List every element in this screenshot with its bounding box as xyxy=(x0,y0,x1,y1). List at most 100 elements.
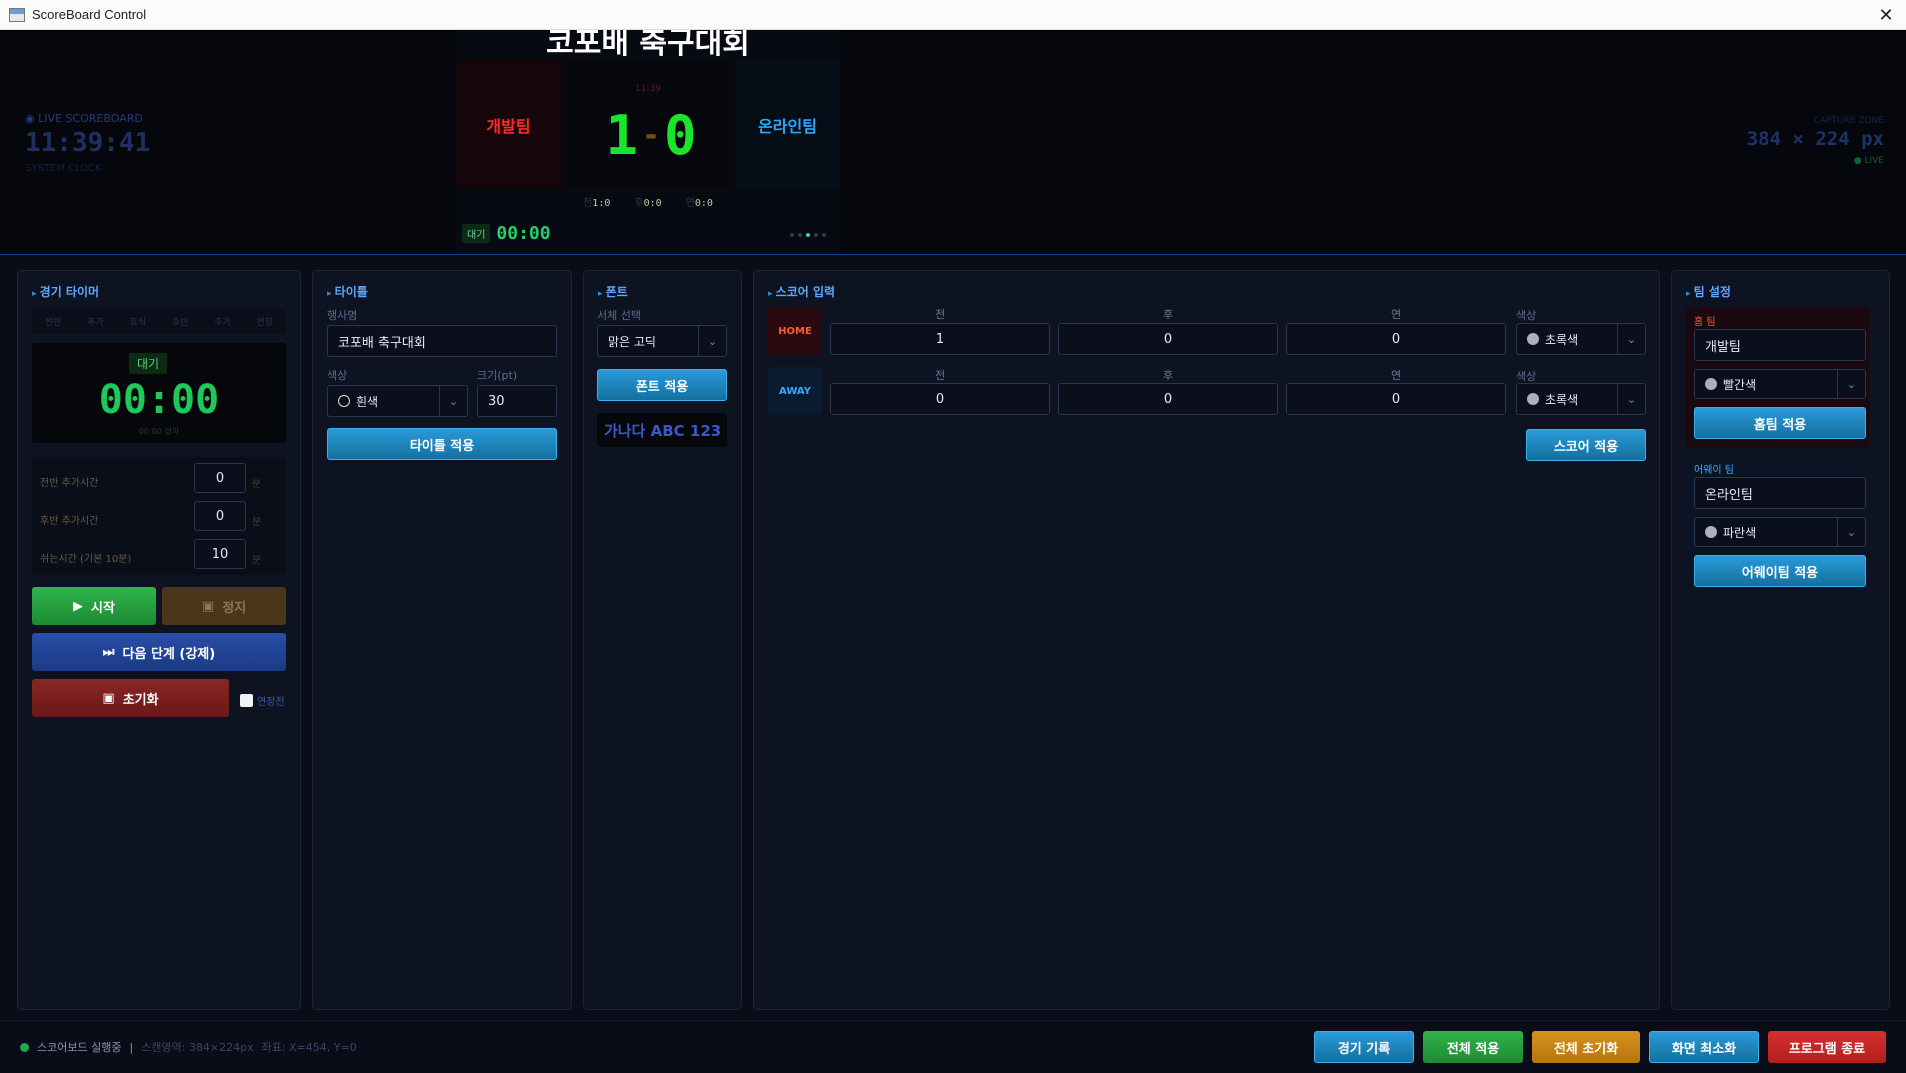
live-label: ◉ LIVE SCOREBOARD xyxy=(25,112,143,125)
tab-extra-2[interactable]: 추가 xyxy=(214,315,231,328)
away-score-color-select[interactable]: 초록색 ⌄ xyxy=(1516,383,1646,415)
home-team-color-select[interactable]: 빨간색 ⌄ xyxy=(1694,369,1866,399)
font-heading: 폰트 xyxy=(598,283,628,300)
away-col-first: 전 xyxy=(934,369,946,382)
tab-first-half[interactable]: 전반 xyxy=(45,315,62,328)
status-led-icon xyxy=(20,1042,29,1052)
title-color-label: 색상 xyxy=(327,369,348,382)
event-name-input[interactable]: 코포배 축구대회 xyxy=(327,325,557,357)
reset-icon: ▣ xyxy=(102,690,115,706)
away-team-input[interactable]: 온라인팀 xyxy=(1694,477,1866,509)
match-log-button[interactable]: 경기 기록 xyxy=(1314,1031,1414,1063)
white-circle-icon xyxy=(338,395,350,407)
preview-area: ◉ LIVE SCOREBOARD 11:39:41 SYSTEM CLOCK … xyxy=(0,30,1906,255)
away-team-name: 온라인팀 xyxy=(758,117,817,136)
app-icon xyxy=(9,7,25,22)
home-extra-input[interactable]: 0 xyxy=(1286,323,1506,355)
home-score: 1 xyxy=(605,103,638,167)
chevron-down-icon: ⌄ xyxy=(698,326,726,356)
period-scores: 전1:0 후0:0 연0:0 xyxy=(456,194,840,209)
apply-all-button[interactable]: 전체 적용 xyxy=(1423,1031,1523,1063)
chevron-down-icon: ⌄ xyxy=(1837,518,1865,546)
status-screen: 스캔영역: 384×224px xyxy=(141,1041,254,1054)
tab-extra-1[interactable]: 추가 xyxy=(87,315,104,328)
home-first-half-input[interactable]: 1 xyxy=(830,323,1050,355)
away-team-apply-button[interactable]: 어웨이팀 적용 xyxy=(1694,555,1866,587)
away-score: 0 xyxy=(664,103,697,167)
extra2-label: 후반 추가시간 xyxy=(40,516,99,527)
exit-button[interactable]: 프로그램 종료 xyxy=(1768,1031,1886,1063)
home-team-input[interactable]: 개발팀 xyxy=(1694,329,1866,361)
stop-button[interactable]: ▣ 정지 xyxy=(162,587,286,625)
phase-tabs: 전반 추가 휴식 후반 추가 연장 xyxy=(32,309,286,334)
page-dots xyxy=(790,233,826,237)
period-second: 후0:0 xyxy=(634,198,662,209)
minimize-button[interactable]: 화면 최소화 xyxy=(1649,1031,1759,1063)
status-coords: 좌표: X=454, Y=0 xyxy=(261,1041,357,1054)
title-panel: 타이틀 행사명 코포배 축구대회 색상 흰색⌄ 크기(pt) 30 타이틀 적용 xyxy=(312,270,572,1010)
title-heading: 타이틀 xyxy=(327,283,368,300)
font-apply-button[interactable]: 폰트 적용 xyxy=(597,369,727,401)
score-dash: - xyxy=(641,117,661,153)
break-input[interactable]: 10 xyxy=(194,539,246,569)
reset-button[interactable]: ▣ 초기화 xyxy=(32,679,229,717)
break-label: 쉬는시간 (기본 10분) xyxy=(40,554,132,565)
title-color-select[interactable]: 흰색 ⌄ xyxy=(327,385,468,417)
home-second-half-input[interactable]: 0 xyxy=(1058,323,1278,355)
extra2-input[interactable]: 0 xyxy=(194,501,246,531)
period-extra: 연0:0 xyxy=(685,198,713,209)
event-label: 행사명 xyxy=(327,309,358,322)
skip-icon: ⏭ xyxy=(102,644,115,660)
timer-heading: 경기 타이머 xyxy=(32,283,99,300)
scoreboard-preview: 코포배 축구대회 개발팀 온라인팀 11:39 1 - 0 전1:0 후0:0 … xyxy=(456,30,840,254)
score-heading: 스코어 입력 xyxy=(768,283,835,300)
tab-second-half[interactable]: 후반 xyxy=(172,315,189,328)
live-clock-sub: SYSTEM CLOCK xyxy=(25,163,102,174)
break-unit: 분 xyxy=(252,555,262,566)
chevron-down-icon: ⌄ xyxy=(439,386,467,416)
away-first-half-input[interactable]: 0 xyxy=(830,383,1050,415)
capture-label: CAPTURE ZONE xyxy=(1813,116,1884,126)
overtime-checkbox[interactable]: 연장전 xyxy=(240,693,285,708)
chevron-down-icon: ⌄ xyxy=(1617,324,1645,354)
away-color-label: 색상 xyxy=(1516,370,1537,383)
tab-overtime[interactable]: 연장 xyxy=(257,315,274,328)
away-tag: AWAY xyxy=(768,367,822,415)
away-extra-input[interactable]: 0 xyxy=(1286,383,1506,415)
scoreboard-title: 코포배 축구대회 xyxy=(546,30,750,58)
status-state: 스코어보드 실행중 xyxy=(37,1041,122,1054)
checkbox-box xyxy=(240,694,253,707)
next-phase-button[interactable]: ⏭ 다음 단계 (강제) xyxy=(32,633,286,671)
tab-break[interactable]: 휴식 xyxy=(130,315,147,328)
home-col-extra: 연 xyxy=(1390,308,1402,321)
start-button[interactable]: ▶ 시작 xyxy=(32,587,156,625)
home-score-color-select[interactable]: 초록색 ⌄ xyxy=(1516,323,1646,355)
away-team-color-select[interactable]: 파란색 ⌄ xyxy=(1694,517,1866,547)
scoreboard-state: 대기 xyxy=(462,224,491,243)
extra1-input[interactable]: 0 xyxy=(194,463,246,493)
font-panel: 폰트 서체 선택 맑은 고딕⌄ 폰트 적용 가나다 ABC 123 xyxy=(583,270,742,1010)
home-team-apply-button[interactable]: 홈팀 적용 xyxy=(1694,407,1866,439)
font-select-label: 서체 선택 xyxy=(597,309,641,322)
away-second-half-input[interactable]: 0 xyxy=(1058,383,1278,415)
reset-all-button[interactable]: 전체 초기화 xyxy=(1532,1031,1640,1063)
away-col-extra: 연 xyxy=(1390,369,1402,382)
chevron-down-icon: ⌄ xyxy=(1617,384,1645,414)
status-bar: 스코어보드 실행중 | 스캔영역: 384×224px 좌표: X=454, Y… xyxy=(0,1020,1906,1073)
team-heading: 팀 설정 xyxy=(1686,283,1731,300)
score-apply-button[interactable]: 스코어 적용 xyxy=(1526,429,1646,461)
home-col-first: 전 xyxy=(934,308,946,321)
capture-size: 384 × 224 px xyxy=(1746,128,1884,150)
color-dot-icon xyxy=(1705,378,1717,390)
font-select[interactable]: 맑은 고딕 ⌄ xyxy=(597,325,727,357)
timer-elapsed: 00:00 경과 xyxy=(138,427,180,436)
home-tag: HOME xyxy=(768,307,822,355)
home-col-second: 후 xyxy=(1162,308,1174,321)
status-text: 스코어보드 실행중 | 스캔영역: 384×224px 좌표: X=454, Y… xyxy=(20,1039,357,1055)
title-size-input[interactable]: 30 xyxy=(477,385,557,417)
title-apply-button[interactable]: 타이틀 적용 xyxy=(327,428,557,460)
close-icon[interactable]: ✕ xyxy=(1874,3,1898,27)
play-icon: ▶ xyxy=(73,598,84,614)
away-team-label: 어웨이 팀 xyxy=(1694,465,1734,476)
timer-time: 00:00 xyxy=(98,377,220,423)
